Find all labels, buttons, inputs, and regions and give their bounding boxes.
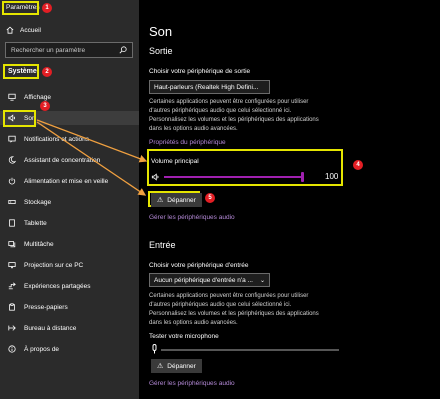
input-device-select[interactable]: Aucun périphérique d'entrée n'a ... ⌄ [149, 273, 270, 287]
sidebar-item-label: Tablette [24, 219, 47, 227]
input-description: Certaines applications peuvent être conf… [149, 293, 319, 326]
search-input[interactable]: Rechercher un paramètre [5, 42, 133, 58]
master-volume-label: Volume principal [151, 158, 199, 165]
sidebar-item-label: Stockage [24, 198, 52, 206]
sidebar: Paramètres 1 Accueil Rechercher un param… [0, 0, 139, 399]
sidebar-item-projection[interactable]: Projection sur ce PC [0, 258, 139, 272]
sidebar-item-experiences[interactable]: Expériences partagées [0, 279, 139, 293]
display-icon [7, 93, 16, 102]
sidebar-item-label: À propos de [24, 345, 60, 353]
troubleshoot-label: Dépanner [167, 196, 196, 204]
sidebar-item-a-propos[interactable]: À propos de [0, 342, 139, 356]
badge-1: 1 [42, 3, 52, 13]
home-label: Accueil [20, 26, 41, 34]
storage-icon [7, 198, 16, 207]
badge-4: 4 [353, 160, 363, 170]
volume-speaker-icon [151, 173, 159, 181]
sidebar-item-label: Alimentation et mise en veille [24, 177, 109, 185]
output-device-label: Choisir votre périphérique de sortie [149, 68, 251, 75]
sidebar-item-stockage[interactable]: Stockage [0, 195, 139, 209]
sidebar-item-notifications[interactable]: Notifications et actions [0, 132, 139, 146]
sidebar-item-multitache[interactable]: Multitâche [0, 237, 139, 251]
device-properties-link[interactable]: Propriétés du périphérique [149, 139, 226, 146]
master-volume-value: 100 [325, 172, 339, 181]
sidebar-item-tablette[interactable]: Tablette [0, 216, 139, 230]
output-description: Certaines applications peuvent être conf… [149, 99, 319, 132]
input-device-value: Aucun périphérique d'entrée n'a ... [154, 276, 253, 284]
input-device-label: Choisir votre périphérique d'entrée [149, 262, 249, 269]
sidebar-item-label: Assistant de concentration [24, 156, 101, 164]
sidebar-item-affichage[interactable]: Affichage [0, 90, 139, 104]
sidebar-item-label: Affichage [24, 93, 51, 101]
power-icon [7, 177, 16, 186]
clipboard-icon [7, 303, 16, 312]
sidebar-item-concentration[interactable]: Assistant de concentration [0, 153, 139, 167]
shared-icon [7, 282, 16, 291]
chevron-down-icon: ⌄ [259, 277, 265, 284]
main-panel: Son Sortie Choisir votre périphérique de… [139, 0, 440, 399]
sidebar-item-label: Notifications et actions [24, 135, 90, 143]
microphone-icon [152, 344, 157, 354]
home-link[interactable]: Accueil [6, 24, 41, 36]
master-volume-thumb[interactable] [301, 172, 304, 182]
output-device-value: Haut-parleurs (Realtek High Defini... [154, 83, 259, 91]
sidebar-item-label: Projection sur ce PC [24, 261, 84, 269]
output-device-select[interactable]: Haut-parleurs (Realtek High Defini... [149, 80, 270, 94]
sidebar-item-alimentation[interactable]: Alimentation et mise en veille [0, 174, 139, 188]
home-icon [6, 26, 14, 34]
moon-icon [7, 156, 16, 165]
warning-icon: ⚠ [157, 197, 164, 204]
master-volume-fill [164, 176, 303, 178]
mic-level-bar [161, 349, 339, 351]
tablet-icon [7, 219, 16, 228]
sidebar-item-presse-papiers[interactable]: Presse-papiers [0, 300, 139, 314]
badge-2: 2 [42, 67, 52, 77]
mic-test-label: Tester votre microphone [149, 333, 219, 340]
badge-3: 3 [40, 101, 50, 111]
master-volume-group: Volume principal 100 [147, 149, 343, 186]
search-icon [119, 46, 127, 54]
page-title: Son [149, 24, 173, 39]
highlight-system [3, 64, 39, 79]
warning-icon: ⚠ [157, 363, 164, 370]
sidebar-item-label: Expériences partagées [24, 282, 91, 290]
troubleshoot-label: Dépanner [167, 362, 196, 370]
manage-audio-devices-link[interactable]: Gérer les périphériques audio [149, 380, 235, 387]
output-troubleshoot-button[interactable]: ⚠ Dépanner [151, 193, 202, 207]
sidebar-item-label: Bureau à distance [24, 324, 77, 332]
badge-5: 5 [205, 193, 215, 203]
input-troubleshoot-button[interactable]: ⚠ Dépanner [151, 359, 202, 373]
input-heading: Entrée [149, 240, 176, 250]
manage-audio-devices-link[interactable]: Gérer les périphériques audio [149, 214, 235, 221]
sidebar-item-label: Multitâche [24, 240, 54, 248]
multitask-icon [7, 240, 16, 249]
highlight-app-title [2, 1, 39, 15]
highlight-son [3, 110, 36, 127]
sidebar-item-label: Presse-papiers [24, 303, 68, 311]
sidebar-item-bureau-distance[interactable]: Bureau à distance [0, 321, 139, 335]
notification-icon [7, 135, 16, 144]
output-heading: Sortie [149, 46, 173, 56]
master-volume-slider[interactable] [164, 172, 304, 182]
search-placeholder: Rechercher un paramètre [11, 46, 86, 54]
info-icon [7, 345, 16, 354]
projection-icon [7, 261, 16, 270]
remote-desktop-icon [7, 324, 16, 333]
